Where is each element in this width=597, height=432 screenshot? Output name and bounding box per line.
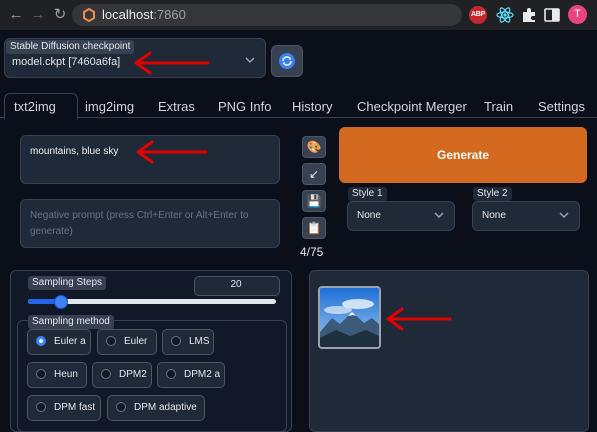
tab-extras[interactable]: Extras [158,99,195,114]
generate-label[interactable]: Generate [339,148,587,162]
radio-dot [116,402,126,412]
radio-dot [101,369,111,379]
radio-label: LMS [189,336,210,347]
radio-euler[interactable]: Euler [97,329,157,355]
checkpoint-value: model.ckpt [7460a6fa] [12,56,121,68]
radio-euler-a[interactable]: Euler a [27,329,91,355]
radio-dpm2-a[interactable]: DPM2 a [157,362,225,388]
chevron-down-icon [245,57,255,64]
style2-label: Style 2 [473,187,512,201]
save-icon: 💾 [306,194,322,208]
tab-png-info[interactable]: PNG Info [218,99,271,114]
adblock-extension-icon[interactable]: ABP [469,6,487,24]
token-counter: 4/75 [300,245,324,259]
tab-history[interactable]: History [292,99,332,114]
radio-lms[interactable]: LMS [162,329,214,355]
forward-icon[interactable]: → [28,5,48,25]
chevron-down-icon [434,212,444,219]
sampling-steps-value: 20 [230,279,242,290]
refresh-icon [279,53,295,69]
back-icon[interactable]: ← [6,5,26,25]
profile-avatar[interactable]: T [568,5,587,24]
annotation-arrow-checkpoint [134,51,210,75]
radio-label: Euler [124,336,148,347]
sampling-steps-label: Sampling Steps [28,276,107,290]
url-text: localhost:7860 [102,7,186,22]
tab-train[interactable]: Train [484,99,513,114]
radio-label: Euler a [54,336,86,347]
side-panel-icon[interactable] [543,6,561,24]
arrow-down-left-icon: ↙ [308,167,320,181]
radio-dot [36,402,46,412]
tab-img2img[interactable]: img2img [85,99,134,114]
clipboard-icon: 📋 [306,221,322,235]
tab-settings[interactable]: Settings [538,99,585,114]
reload-icon[interactable]: ↻ [50,5,70,25]
annotation-arrow-gallery [386,307,452,331]
radio-label: DPM fast [54,402,96,413]
radio-label: Heun [54,369,78,380]
radio-dot [166,369,176,379]
chevron-down-icon [559,212,569,219]
prompt-text: mountains, blue sky [30,146,119,157]
radio-dpm-fast[interactable]: DPM fast [27,395,101,421]
radio-dot [106,336,116,346]
palette-icon: 🎨 [306,140,322,154]
style1-value: None [357,210,381,221]
radio-dot [36,336,46,346]
sampling-method-label: Sampling method [28,315,114,329]
radio-dpm2[interactable]: DPM2 [92,362,152,388]
radio-dpm-adaptive[interactable]: DPM adaptive [107,395,205,421]
tabs-divider [0,117,597,118]
read-params-button[interactable]: ↙ [302,163,326,185]
radio-label: DPM2 [119,369,147,380]
annotation-arrow-prompt [136,140,208,164]
extensions-puzzle-icon[interactable] [520,6,538,24]
style1-label: Style 1 [348,187,387,201]
address-bar[interactable]: localhost:7860 [72,4,462,26]
negative-prompt-placeholder: Negative prompt (press Ctrl+Enter or Alt… [30,210,249,237]
radio-dot [36,369,46,379]
save-style-button[interactable]: 💾 [302,190,326,212]
site-info-icon[interactable] [82,8,96,22]
mountain-image [320,288,379,347]
react-devtools-icon[interactable] [496,6,514,24]
radio-label: DPM2 a [184,369,221,380]
tab-checkpoint-merger[interactable]: Checkpoint Merger [357,99,467,114]
checkpoint-label: Stable Diffusion checkpoint [6,40,135,54]
radio-dot [171,336,181,346]
style2-value: None [482,210,506,221]
apply-style-button[interactable]: 📋 [302,217,326,239]
radio-label: DPM adaptive [134,402,197,413]
radio-heun[interactable]: Heun [27,362,87,388]
gallery-thumbnail[interactable] [318,286,381,349]
tab-txt2img-label[interactable]: txt2img [14,99,56,114]
refresh-checkpoint-button[interactable] [271,45,303,77]
interrogate-button[interactable]: 🎨 [302,136,326,158]
slider-thumb[interactable] [53,295,68,309]
